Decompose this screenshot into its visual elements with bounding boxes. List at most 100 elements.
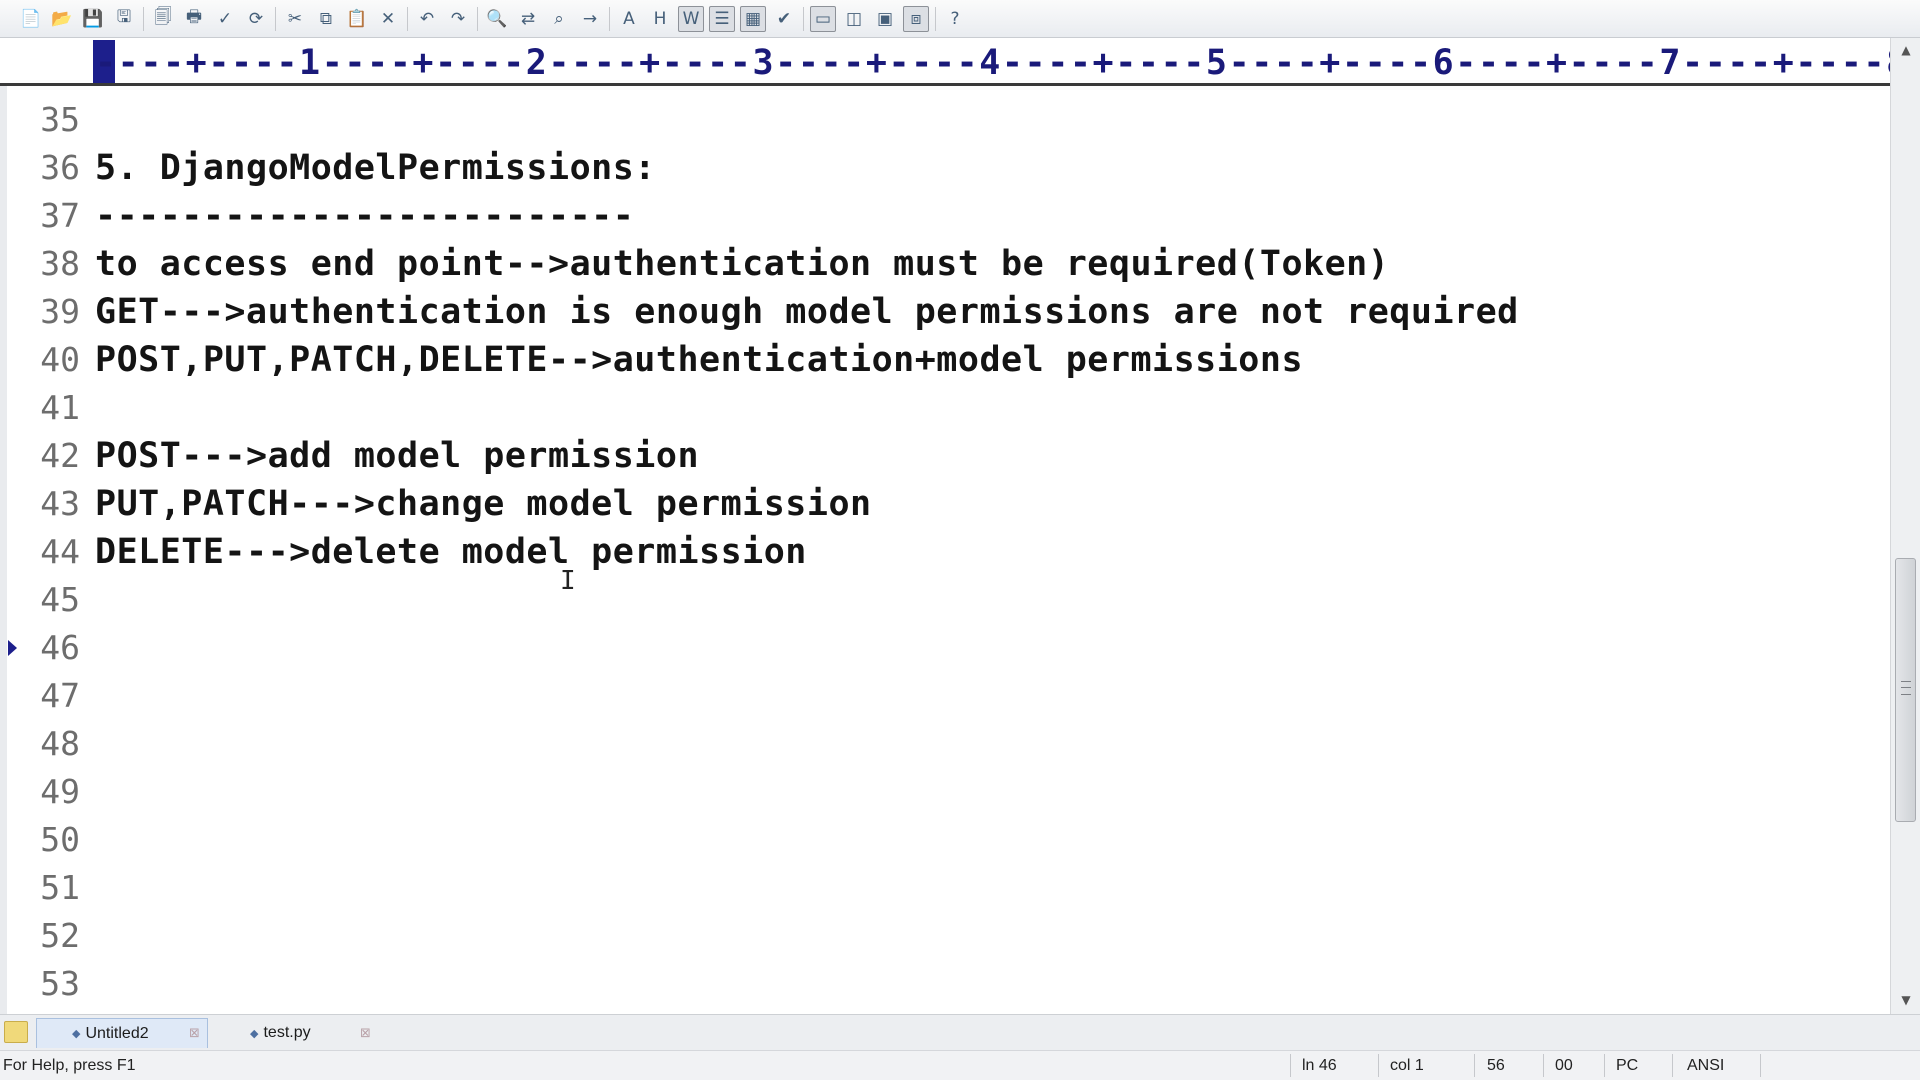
hex-icon[interactable]: H [647, 6, 673, 32]
code-line[interactable]: 44 DELETE--->delete model permission [7, 528, 1887, 576]
close-tab-icon[interactable]: ⊠ [189, 1026, 200, 1041]
line-number: 38 [40, 244, 80, 283]
line-text[interactable]: POST--->add model permission [95, 432, 699, 480]
spellcheck-icon[interactable]: ✓ [212, 6, 238, 32]
goto-icon[interactable]: → [577, 6, 603, 32]
code-line[interactable]: 39 GET--->authentication is enough model … [7, 288, 1887, 336]
folder-icon[interactable] [4, 1021, 28, 1043]
status-char-code: 56 [1487, 1057, 1505, 1074]
new-file-icon[interactable]: 📄 [18, 6, 44, 32]
status-help-text: For Help, press F1 [3, 1057, 136, 1074]
status-hex: 00 [1555, 1057, 1573, 1074]
check-icon[interactable]: ✔ [771, 6, 797, 32]
browser-icon[interactable]: ▣ [872, 6, 898, 32]
editor-area[interactable]: 35 36 5. DjangoModelPermissions: 37 --------… [0, 86, 1890, 1014]
code-line[interactable]: 35 [7, 96, 1887, 144]
line-text[interactable]: POST,PUT,PATCH,DELETE-->authentication+m… [95, 336, 1303, 384]
code-line[interactable]: 46 [7, 624, 1887, 672]
line-number: 37 [40, 196, 80, 235]
line-number: 49 [40, 772, 80, 811]
delete-icon[interactable]: ✕ [375, 6, 401, 32]
save-all-icon[interactable]: 🖫 [111, 6, 137, 32]
line-numbers-icon[interactable]: ☰ [709, 5, 735, 32]
code-line[interactable]: 36 5. DjangoModelPermissions: [7, 144, 1887, 192]
tab-test-py[interactable]: ◆ test.py ⊠ [214, 1018, 384, 1048]
split-window-icon[interactable]: ◫ [841, 6, 867, 32]
scrollbar-thumb[interactable] [1895, 558, 1916, 822]
line-text[interactable]: PUT,PATCH--->change model permission [95, 480, 872, 528]
line-number: 46 [40, 628, 80, 667]
line-number: 44 [40, 532, 80, 571]
close-tab-icon[interactable]: ⊠ [360, 1026, 371, 1041]
cut-icon[interactable]: ✂ [282, 6, 308, 32]
column-ruler: ----+----1----+----2----+----3----+----4… [0, 38, 1890, 86]
line-number: 39 [40, 292, 80, 331]
tile-icon[interactable]: ⧈ [903, 5, 929, 32]
code-line[interactable]: 53 [7, 960, 1887, 1008]
toolbar-separator [477, 6, 478, 31]
line-number: 51 [40, 868, 80, 907]
tab-untitled2[interactable]: ◆ Untitled2 ⊠ [36, 1018, 208, 1048]
tab-label: Untitled2 [85, 1024, 149, 1042]
document-tab-bar: ◆ Untitled2 ⊠ ◆ test.py ⊠ [0, 1014, 1920, 1050]
tab-label: test.py [263, 1024, 311, 1041]
code-line[interactable]: 48 [7, 720, 1887, 768]
line-number: 52 [40, 916, 80, 955]
paste-icon[interactable]: 📋 [344, 6, 370, 32]
line-text[interactable]: GET--->authentication is enough model pe… [95, 288, 1519, 336]
toolbar: 📄 📂 💾 🖫 🗐 🖶 ✓ ⟳ ✂ ⧉ 📋 ✕ ↶ ↷ 🔍 ⇄ ⌕ → A H W ☰ ▦ ✔ ▭ ◫ ▣ ⧈? [0, 0, 1920, 38]
status-divider [1604, 1054, 1605, 1077]
print-icon[interactable]: 🖶 [181, 6, 207, 32]
status-column: col 1 [1390, 1057, 1424, 1074]
save-icon[interactable]: 💾 [80, 6, 106, 32]
replace-icon[interactable]: ⇄ [515, 6, 541, 32]
line-text[interactable]: 5. DjangoModelPermissions: [95, 144, 656, 192]
line-number: 50 [40, 820, 80, 859]
code-line[interactable]: 51 [7, 864, 1887, 912]
line-text[interactable]: to access end point-->authentication mus… [95, 240, 1389, 288]
code-line[interactable]: 47 [7, 672, 1887, 720]
code-line[interactable]: 49 [7, 768, 1887, 816]
code-line[interactable]: 38 to access end point-->authentication m… [7, 240, 1887, 288]
code-line[interactable]: 37 ------------------------- [7, 192, 1887, 240]
status-divider [1290, 1054, 1291, 1077]
code-line[interactable]: 43 PUT,PATCH--->change model permission [7, 480, 1887, 528]
line-number: 45 [40, 580, 80, 619]
line-number: 42 [40, 436, 80, 475]
column-mode-icon[interactable]: ▦ [740, 5, 766, 32]
copy-icon[interactable]: ⧉ [313, 6, 339, 32]
code-line[interactable]: 45 [7, 576, 1887, 624]
status-divider [1672, 1054, 1673, 1077]
toolbar-separator [803, 6, 804, 31]
toolbar-separator [609, 6, 610, 31]
help-icon[interactable]: ? [942, 6, 968, 32]
toolbar-separator [935, 6, 936, 31]
status-encoding: ANSI [1687, 1057, 1725, 1074]
line-number: 48 [40, 724, 80, 763]
code-line[interactable]: 42 POST--->add model permission [7, 432, 1887, 480]
code-line[interactable]: 41 [7, 384, 1887, 432]
word-wrap-icon[interactable]: W [678, 5, 704, 32]
print-preview-icon[interactable]: 🗐 [150, 6, 176, 32]
text-cursor-ibeam-icon: I [560, 566, 576, 596]
toolbar-separator [275, 6, 276, 31]
redo-icon[interactable]: ↷ [445, 6, 471, 32]
find-icon[interactable]: 🔍 [484, 6, 510, 32]
scroll-down-arrow-icon[interactable]: ▼ [1898, 992, 1914, 1008]
grip-icon [1901, 681, 1911, 695]
vertical-scrollbar[interactable]: ▲ ▼ [1890, 38, 1920, 1014]
open-folder-icon[interactable]: 📂 [49, 6, 75, 32]
undo-icon[interactable]: ↶ [414, 6, 440, 32]
find-in-files-icon[interactable]: ⌕ [546, 6, 572, 32]
document-marker-icon: ◆ [72, 1027, 81, 1040]
refresh-icon[interactable]: ⟳ [243, 6, 269, 32]
line-text[interactable]: DELETE--->delete model permission [95, 528, 807, 576]
font-icon[interactable]: A [616, 6, 642, 32]
code-line[interactable]: 50 [7, 816, 1887, 864]
window-list-icon[interactable]: ▭ [810, 5, 836, 32]
scroll-up-arrow-icon[interactable]: ▲ [1898, 42, 1914, 58]
code-line[interactable]: 40 POST,PUT,PATCH,DELETE-->authentication… [7, 336, 1887, 384]
line-text[interactable]: ------------------------- [95, 192, 634, 240]
line-number: 53 [40, 964, 80, 1003]
code-line[interactable]: 52 [7, 912, 1887, 960]
